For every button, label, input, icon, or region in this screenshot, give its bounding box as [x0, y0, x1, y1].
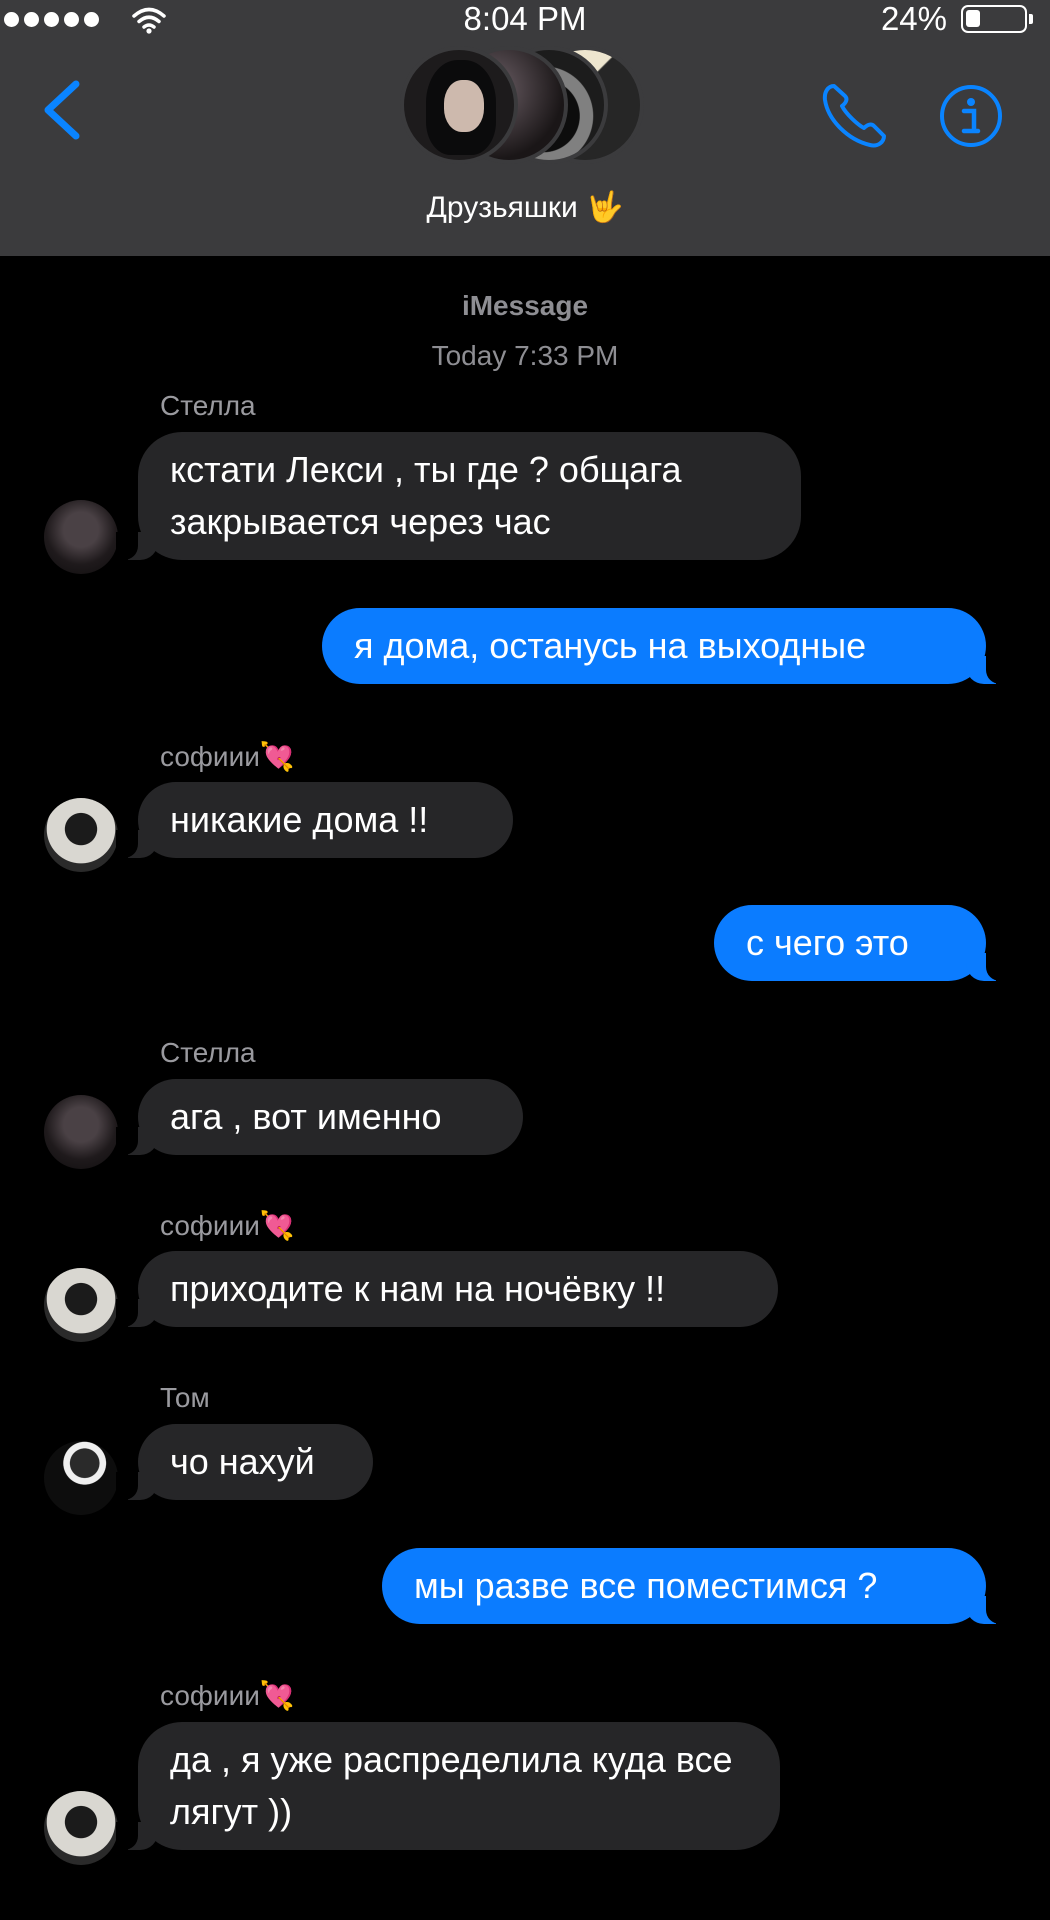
sender-name: Стелла: [160, 389, 256, 423]
avatar[interactable]: [44, 798, 118, 872]
avatar[interactable]: [44, 500, 118, 574]
group-avatar-stack[interactable]: [400, 46, 660, 166]
outgoing-message-bubble[interactable]: я дома, останусь на выходные: [322, 608, 1008, 684]
sender-label: софиии💘: [160, 1680, 295, 1711]
sender-name: Стелла: [160, 1036, 256, 1070]
message-text: кстати Лекси , ты где ? общага закрывает…: [170, 449, 682, 542]
incoming-message-bubble[interactable]: да , я уже распределила куда все лягут )…: [116, 1722, 780, 1850]
conversation-header: 8:04 PM 24% Друзьяшки 🤟: [0, 0, 1050, 256]
sender-label: Том: [160, 1382, 210, 1413]
sender-name: софиии💘: [160, 740, 295, 774]
avatar: [400, 46, 518, 164]
message-text: да , я уже распределила куда все лягут )…: [170, 1739, 733, 1832]
sender-label: Стелла: [160, 390, 256, 421]
incoming-message-bubble[interactable]: кстати Лекси , ты где ? общага закрывает…: [116, 432, 801, 560]
avatar[interactable]: [44, 1095, 118, 1169]
messages-screen: 8:04 PM 24% Друзьяшки 🤟 iMessage Today 7…: [0, 0, 1050, 1920]
message-text: мы разве все поместимся ?: [414, 1565, 878, 1606]
battery-level-fill: [966, 10, 980, 27]
sender-name: Том: [160, 1381, 210, 1415]
message-text: приходите к нам на ночёвку !!: [170, 1268, 666, 1309]
avatar[interactable]: [44, 1791, 118, 1865]
battery-percentage: 24%: [880, 0, 947, 37]
status-bar: 8:04 PM 24%: [0, 0, 1050, 40]
message-text: я дома, останусь на выходные: [354, 625, 867, 666]
phone-icon[interactable]: [818, 80, 890, 152]
outgoing-message-bubble[interactable]: с чего это: [714, 905, 1008, 981]
outgoing-message-bubble[interactable]: мы разве все поместимся ?: [382, 1548, 1008, 1624]
sender-name: софиии💘: [160, 1679, 295, 1713]
avatar[interactable]: [44, 1441, 118, 1515]
sender-name: софиии💘: [160, 1209, 295, 1243]
back-chevron-icon[interactable]: [40, 78, 84, 142]
incoming-message-bubble[interactable]: ага , вот именно: [116, 1079, 523, 1155]
info-icon[interactable]: [938, 83, 1004, 149]
message-text: чо нахуй: [170, 1441, 315, 1482]
message-text: с чего это: [746, 922, 909, 963]
message-text: ага , вот именно: [170, 1096, 442, 1137]
sender-label: софиии💘: [160, 741, 295, 772]
battery-icon: [961, 5, 1033, 33]
sender-label: софиии💘: [160, 1210, 295, 1241]
message-timestamp: Today 7:33 PM: [431, 340, 619, 371]
group-name[interactable]: Друзьяшки 🤟: [0, 188, 1050, 228]
incoming-message-bubble[interactable]: чо нахуй: [116, 1424, 373, 1500]
sender-label: Стелла: [160, 1037, 256, 1068]
avatar[interactable]: [44, 1268, 118, 1342]
service-label: iMessage: [461, 290, 589, 321]
incoming-message-bubble[interactable]: приходите к нам на ночёвку !!: [116, 1251, 778, 1327]
incoming-message-bubble[interactable]: никакие дома !!: [116, 782, 513, 858]
message-text: никакие дома !!: [170, 799, 429, 840]
